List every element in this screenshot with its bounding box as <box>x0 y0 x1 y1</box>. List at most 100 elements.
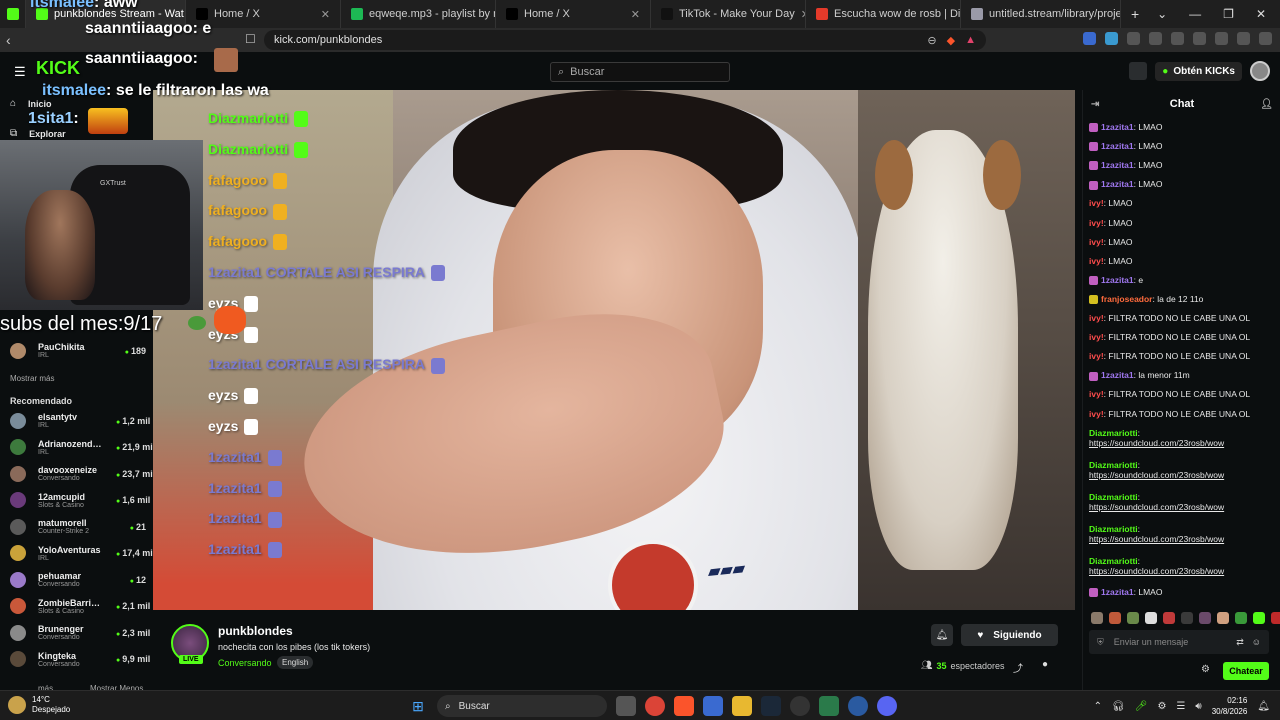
chat-send-button[interactable]: Chatear <box>1223 662 1269 680</box>
sidebar-recommended-channel[interactable]: davooxeneizeConversando23,7 mil <box>10 465 155 482</box>
stream-category[interactable]: Conversando <box>218 658 272 668</box>
chat-users-icon[interactable]: 👤︎ <box>1260 99 1273 110</box>
chat-message[interactable]: 1zazita1: e <box>1089 275 1275 286</box>
chat-username[interactable]: ivy! <box>1089 409 1104 419</box>
sidebar-recommended-channel[interactable]: elsantytvIRL1,2 mil <box>10 412 150 429</box>
chat-username[interactable]: Diazmariotti <box>1089 556 1138 566</box>
emote-icon[interactable] <box>1127 612 1139 624</box>
translate-icon[interactable]: ⇄ <box>1236 637 1244 648</box>
chat-message[interactable]: ivy!: LMAO <box>1089 237 1275 247</box>
zoom-icon[interactable]: ⊖ <box>927 34 936 47</box>
close-tab-icon[interactable]: ✕ <box>321 8 330 21</box>
rewards-icon[interactable]: ▲ <box>965 34 976 47</box>
steam-icon[interactable] <box>761 696 781 716</box>
followed-channel[interactable]: PauChikitaIRL 189 <box>10 342 146 359</box>
chat-message-link[interactable]: Diazmariotti: https://soundcloud.com/23ro… <box>1089 556 1275 576</box>
chat-username[interactable]: ivy! <box>1089 351 1104 361</box>
chevron-up-icon[interactable]: ⌃ <box>1094 701 1102 712</box>
github-icon[interactable] <box>790 696 810 716</box>
chat-message-link[interactable]: Diazmariotti: https://soundcloud.com/23ro… <box>1089 492 1275 512</box>
video-player[interactable]: ▰▰▰ Diazmariotti Diazmariotti fafagooo fafa… <box>153 90 1075 610</box>
chat-message[interactable]: ivy!: LMAO <box>1089 256 1275 266</box>
chat-username[interactable]: 1zazita1 <box>1101 370 1134 380</box>
collapse-chat-icon[interactable]: ⇥ <box>1091 99 1099 110</box>
chat-link[interactable]: https://soundcloud.com/23rosb/wow <box>1089 566 1224 576</box>
chat-message[interactable]: 1zazita1: LMAO <box>1089 141 1275 152</box>
task-view-icon[interactable] <box>616 696 636 716</box>
chrome-icon[interactable] <box>645 696 665 716</box>
chat-message[interactable]: ivy!: LMAO <box>1089 218 1275 228</box>
chat-username[interactable]: 1zazita1 <box>1101 122 1134 132</box>
settings-icon[interactable]: ⚙ <box>1157 701 1166 712</box>
extension-icon[interactable] <box>1105 32 1118 45</box>
tab-list-icon[interactable]: ⌄ <box>1157 7 1167 21</box>
microphone-icon[interactable]: 🎤︎ <box>1135 701 1148 712</box>
sidebar-recommended-channel[interactable]: ZombieBarricadesSlots & Casino2,1 mil <box>10 598 150 615</box>
volume-icon[interactable]: 🔊︎ <box>1195 701 1201 712</box>
windows-start-icon[interactable]: ⊞ <box>408 696 428 716</box>
chat-username[interactable]: franjoseador <box>1101 294 1153 304</box>
extension-icon[interactable] <box>1149 32 1162 45</box>
browser-tab[interactable]: eqweqe.mp3 - playlist by rosb | Sp✕ <box>341 0 496 28</box>
chat-username[interactable]: 1zazita1 <box>1101 587 1134 597</box>
browser-tab[interactable]: TikTok - Make Your Day✕ <box>651 0 806 28</box>
chat-message[interactable]: ivy!: FILTRA TODO NO LE CABE UNA OL <box>1089 389 1275 399</box>
chat-username[interactable]: ivy! <box>1089 332 1104 342</box>
discord-icon[interactable] <box>877 696 897 716</box>
chat-username[interactable]: ivy! <box>1089 256 1104 266</box>
chat-username[interactable]: ivy! <box>1089 218 1104 228</box>
follow-button[interactable]: ♥ Siguiendo <box>961 624 1058 646</box>
headphones-icon[interactable]: 🎧︎ <box>1112 701 1125 712</box>
share-icon[interactable]: ⤴ <box>1013 660 1023 675</box>
browser-tab[interactable]: untitled.stream/library/project/OjR✕ <box>961 0 1121 28</box>
language-tag[interactable]: English <box>277 656 314 669</box>
chat-message-link[interactable]: Diazmariotti: https://soundcloud.com/23ro… <box>1089 524 1275 544</box>
brave-shield-icon[interactable]: ◆ <box>947 34 955 47</box>
new-tab-button[interactable]: + <box>1121 0 1149 28</box>
sidebar-recommended-channel[interactable]: pehuamarConversando12 <box>10 571 146 588</box>
chat-message-link[interactable]: Diazmariotti: https://soundcloud.com/23ro… <box>1089 460 1275 480</box>
theatre-mode-icon[interactable] <box>1129 62 1148 80</box>
chat-message[interactable]: 1zazita1: la menor 11m <box>1089 370 1275 381</box>
leo-icon[interactable] <box>1215 32 1228 45</box>
chat-message-link[interactable]: Diazmariotti: https://soundcloud.com/23ro… <box>1089 428 1275 448</box>
menu-icon[interactable] <box>1259 32 1272 45</box>
emoji-icon[interactable]: ☺ <box>1252 637 1261 648</box>
chat-message[interactable]: 1zazita1: LMAO <box>1089 179 1275 190</box>
sidebar-recommended-channel[interactable]: Adrianozendej...IRL21,9 mil <box>10 439 155 456</box>
extension-icon[interactable] <box>1083 32 1096 45</box>
taskbar-search[interactable]: ⌕ Buscar <box>437 695 607 717</box>
sidebar-recommended-channel[interactable]: KingtekaConversando9,9 mil <box>10 651 150 668</box>
chat-username[interactable]: ivy! <box>1089 313 1104 323</box>
emote-icon[interactable] <box>1109 612 1121 624</box>
show-more-link[interactable]: Mostrar más <box>10 374 54 383</box>
emote-icon[interactable] <box>1199 612 1211 624</box>
emote-icon[interactable] <box>1235 612 1247 624</box>
chat-message[interactable]: ivy!: LMAO <box>1089 198 1275 208</box>
chat-username[interactable]: 1zazita1 <box>1101 160 1134 170</box>
notification-icon[interactable]: 🔔︎ <box>1257 701 1270 712</box>
chat-message[interactable]: ivy!: FILTRA TODO NO LE CABE UNA OL <box>1089 332 1275 342</box>
chat-message[interactable]: ivy!: FILTRA TODO NO LE CABE UNA OL <box>1089 409 1275 419</box>
chat-link[interactable]: https://soundcloud.com/23rosb/wow <box>1089 438 1224 448</box>
maximize-icon[interactable]: ❐ <box>1223 7 1234 21</box>
weather-widget[interactable]: 14°C Despejado <box>8 695 70 715</box>
chat-username[interactable]: 1zazita1 <box>1101 275 1134 285</box>
wallet-icon[interactable] <box>1193 32 1206 45</box>
emote-icon[interactable] <box>1163 612 1175 624</box>
vpn-icon[interactable] <box>1237 32 1250 45</box>
app-icon[interactable] <box>819 696 839 716</box>
minimize-icon[interactable]: — <box>1189 7 1201 21</box>
emote-icon[interactable] <box>1271 612 1280 624</box>
chat-username[interactable]: 1zazita1 <box>1101 179 1134 189</box>
wifi-icon[interactable]: ☰ <box>1176 701 1185 712</box>
chat-message[interactable]: ivy!: FILTRA TODO NO LE CABE UNA OL <box>1089 351 1275 361</box>
chat-settings-icon[interactable]: ⚙ <box>1201 664 1210 675</box>
get-kicks-button[interactable]: ● Obtén KICKs <box>1155 61 1242 81</box>
taskbar-clock[interactable]: 02:16 30/8/2026 <box>1212 695 1248 717</box>
sidebar-icon[interactable] <box>1171 32 1184 45</box>
chat-link[interactable]: https://soundcloud.com/23rosb/wow <box>1089 470 1224 480</box>
store-icon[interactable] <box>703 696 723 716</box>
more-options-icon[interactable]: ● <box>1042 659 1048 670</box>
chat-message[interactable]: franjoseador: la de 12 11o <box>1089 294 1275 305</box>
